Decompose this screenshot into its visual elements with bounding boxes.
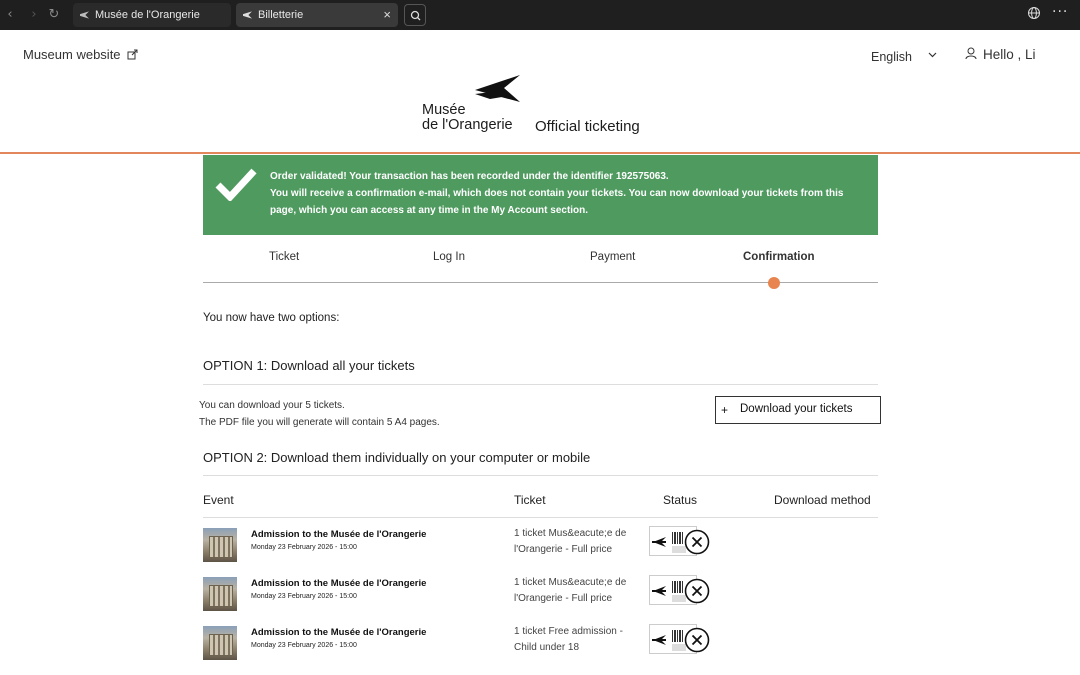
user-account[interactable]: Hello , Li [965, 47, 1036, 62]
event-name: Admission to the Musée de l'Orangerie [251, 627, 427, 638]
column-header-event: Event [203, 493, 234, 507]
order-validated-banner: Order validated! Your transaction has be… [203, 155, 878, 235]
ticket-status-badge[interactable] [649, 526, 710, 556]
table-row: Admission to the Musée de l'Orangerie Mo… [203, 518, 878, 567]
option1-line2: The PDF file you will generate will cont… [199, 417, 440, 428]
divider [203, 384, 878, 385]
event-thumbnail [203, 577, 237, 611]
event-thumbnail [203, 528, 237, 562]
ticket-status-badge[interactable] [649, 575, 710, 605]
language-select[interactable]: English [871, 50, 912, 64]
option1-title: OPTION 1: Download all your tickets [203, 358, 415, 373]
logo-line2: de l'Orangerie [422, 117, 513, 133]
option1-description: You can download your 5 tickets. The PDF… [199, 397, 440, 431]
banner-message: Order validated! Your transaction has be… [270, 168, 850, 219]
logo-line1: Musée [422, 102, 466, 118]
ticket-type: 1 ticket Free admission - Child under 18 [514, 626, 623, 653]
browser-toolbar: ‹ › ↻ Musée de l'Orangerie Billetterie ×… [0, 0, 1080, 30]
plus-icon: + [721, 403, 729, 417]
orangerie-favicon-icon [243, 11, 252, 19]
column-header-status: Status [663, 493, 698, 507]
external-link-icon [127, 49, 138, 60]
more-icon[interactable]: ··· [1052, 4, 1068, 20]
tab-musee[interactable]: Musée de l'Orangerie [73, 3, 231, 27]
table-row: Admission to the Musée de l'Orangerie Mo… [203, 567, 878, 616]
logo-text: Musée de l'Orangerie [422, 103, 513, 133]
event-date: Monday 23 February 2026 - 15:00 [251, 544, 357, 551]
museum-website-link[interactable]: Museum website [23, 47, 138, 62]
user-icon [965, 47, 977, 60]
unavailable-x-icon [684, 529, 710, 555]
ticket-status-badge[interactable] [649, 624, 710, 654]
step-payment: Payment [590, 251, 636, 263]
chevron-down-icon[interactable] [928, 50, 937, 61]
event-date: Monday 23 February 2026 - 15:00 [251, 593, 357, 600]
step-ticket: Ticket [269, 251, 300, 263]
checkout-steps: Ticket Log In Payment Confirmation [203, 236, 878, 291]
ticket-type: 1 ticket Mus&eacute;e de l'Orangerie - F… [514, 577, 627, 604]
close-icon[interactable]: × [383, 3, 391, 27]
ticket-type: 1 ticket Mus&eacute;e de l'Orangerie - F… [514, 528, 627, 555]
language-label: English [871, 50, 912, 64]
banner-line2: You will receive a confirmation e-mail, … [270, 188, 844, 216]
options-intro: You now have two options: [203, 312, 340, 324]
download-button-label: Download your tickets [740, 403, 853, 415]
user-greeting: Hello , Li [983, 47, 1036, 62]
event-thumbnail [203, 626, 237, 660]
column-header-ticket: Ticket [514, 493, 546, 507]
back-arrow-icon[interactable]: ‹ [2, 7, 18, 23]
orangerie-favicon-icon [80, 11, 89, 19]
museum-link-label: Museum website [23, 47, 121, 62]
site-header: Museum website English Hello , Li Musée … [0, 30, 1080, 154]
unavailable-x-icon [684, 627, 710, 653]
current-step-dot [768, 277, 780, 289]
banner-line1: Order validated! Your transaction has be… [270, 171, 669, 182]
table-row: Admission to the Musée de l'Orangerie Mo… [203, 616, 878, 665]
event-date: Monday 23 February 2026 - 15:00 [251, 642, 357, 649]
step-confirmation: Confirmation [743, 251, 815, 263]
tab-label: Musée de l'Orangerie [95, 9, 200, 21]
divider [203, 475, 878, 476]
globe-icon[interactable] [1027, 6, 1041, 24]
option1-line1: You can download your 5 tickets. [199, 400, 345, 411]
option2-title: OPTION 2: Download them individually on … [203, 450, 591, 465]
column-header-download-method: Download method [774, 493, 871, 507]
checkmark-icon [215, 168, 257, 201]
step-login: Log In [433, 251, 465, 263]
search-icon[interactable] [404, 4, 426, 26]
download-all-tickets-button[interactable]: + Download your tickets [715, 396, 881, 424]
unavailable-x-icon [684, 578, 710, 604]
reload-icon[interactable]: ↻ [46, 7, 62, 23]
official-ticketing-label: Official ticketing [535, 118, 640, 135]
forward-arrow-icon[interactable]: › [26, 7, 42, 23]
tab-label: Billetterie [258, 9, 304, 21]
event-name: Admission to the Musée de l'Orangerie [251, 529, 427, 540]
tab-billetterie[interactable]: Billetterie × [236, 3, 398, 27]
event-name: Admission to the Musée de l'Orangerie [251, 578, 427, 589]
